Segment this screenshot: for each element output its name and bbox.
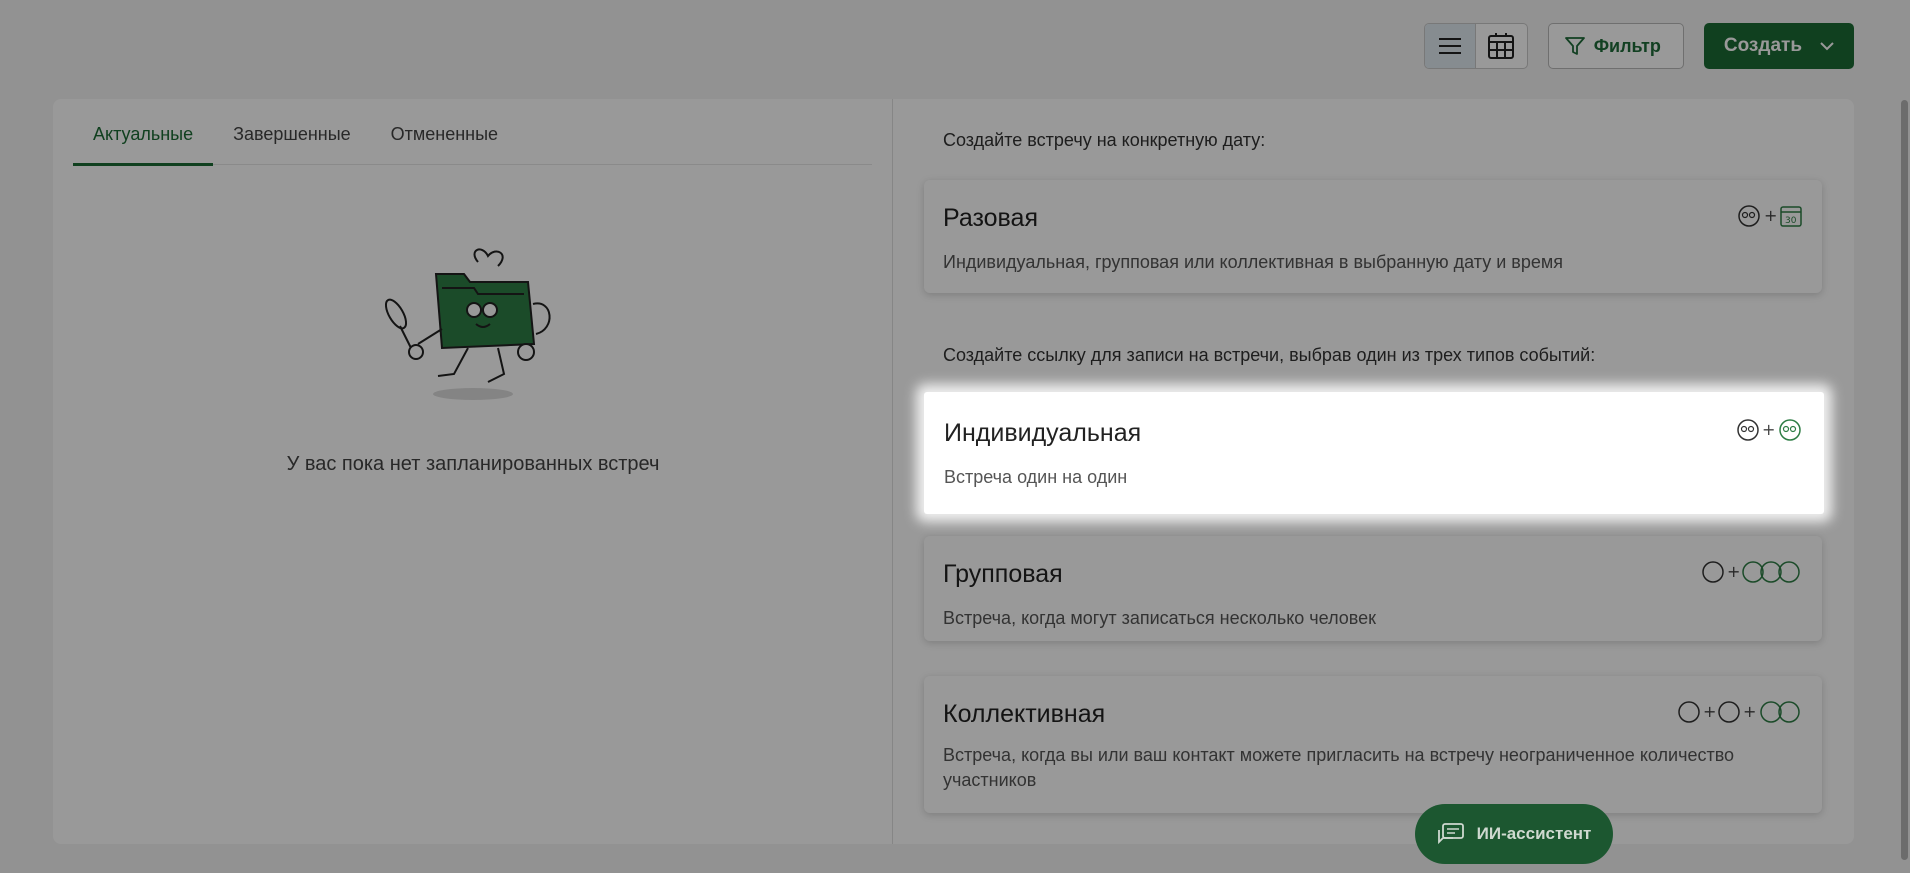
card-description: Встреча один на один [944, 467, 1128, 487]
card-description: Встреча, когда могут записаться нескольк… [943, 608, 1377, 628]
grid-calendar-icon [1488, 33, 1515, 59]
meeting-tabs: Актуальные Завершенные Отмененные [73, 99, 872, 166]
list-icon [1438, 38, 1461, 54]
card-description: Встреча, когда вы или ваш контакт можете… [943, 745, 1735, 790]
svg-text:+: + [1727, 562, 1740, 581]
funnel-icon [1564, 37, 1585, 55]
svg-text:+: + [1762, 420, 1775, 439]
card-description: Индивидуальная, групповая или коллективн… [943, 252, 1564, 272]
scrollbar-thumb[interactable] [1901, 100, 1908, 860]
link-section-title: Создайте ссылку для записи на встречи, в… [943, 345, 1596, 365]
svg-text:+: + [1703, 702, 1716, 721]
create-label: Создать [1723, 35, 1802, 56]
tab-cancelled[interactable]: Отмененные [371, 99, 518, 165]
card-collective[interactable]: Коллективная Встреча, когда вы или ваш к… [924, 676, 1822, 813]
person-plus-person-icon: + [1737, 419, 1801, 441]
card-title: Коллективная [943, 700, 1106, 728]
chevron-down-icon [1820, 41, 1834, 50]
app: Фильтр Создать Актуальные Завершенные От… [0, 0, 1910, 873]
card-individual[interactable]: Индивидуальная Встреча один на один + [924, 392, 1824, 514]
toolbar: Фильтр Создать [1423, 23, 1854, 69]
card-one-time[interactable]: Разовая Индивидуальная, групповая или ко… [924, 180, 1822, 293]
svg-text:+: + [1743, 702, 1756, 721]
card-title: Индивидуальная [944, 419, 1142, 447]
person-plus-person-plus-group-icon: + + [1678, 701, 1800, 723]
filter-button[interactable]: Фильтр [1547, 23, 1684, 69]
view-toggle [1423, 23, 1528, 69]
person-plus-group-icon: + [1702, 561, 1800, 583]
person-plus-calendar-icon: + 30 [1738, 205, 1802, 227]
card-title: Групповая [943, 560, 1063, 588]
filter-label: Фильтр [1593, 35, 1661, 56]
tab-completed[interactable]: Завершенные [213, 99, 371, 165]
empty-state-text: У вас пока нет запланированных встреч [286, 453, 660, 475]
card-title: Разовая [943, 204, 1038, 232]
create-button[interactable]: Создать [1703, 23, 1854, 69]
meetings-column: Актуальные Завершенные Отмененные У вас … [53, 99, 893, 844]
card-group[interactable]: Групповая Встреча, когда могут записатьс… [924, 536, 1822, 641]
chat-icon [1437, 823, 1464, 845]
calendar-view-button[interactable] [1476, 24, 1527, 68]
svg-text:+: + [1764, 206, 1777, 225]
tab-current[interactable]: Актуальные [73, 99, 214, 166]
ai-assistant-label: ИИ-ассистент [1476, 824, 1592, 843]
date-section-title: Создайте встречу на конкретную дату: [943, 130, 1266, 150]
scrollbar[interactable] [1900, 100, 1910, 860]
ai-assistant-button[interactable]: ИИ-ассистент [1415, 804, 1613, 864]
empty-folder-illustration [384, 248, 551, 400]
svg-text:30: 30 [1785, 216, 1797, 226]
list-view-button[interactable] [1424, 24, 1476, 68]
